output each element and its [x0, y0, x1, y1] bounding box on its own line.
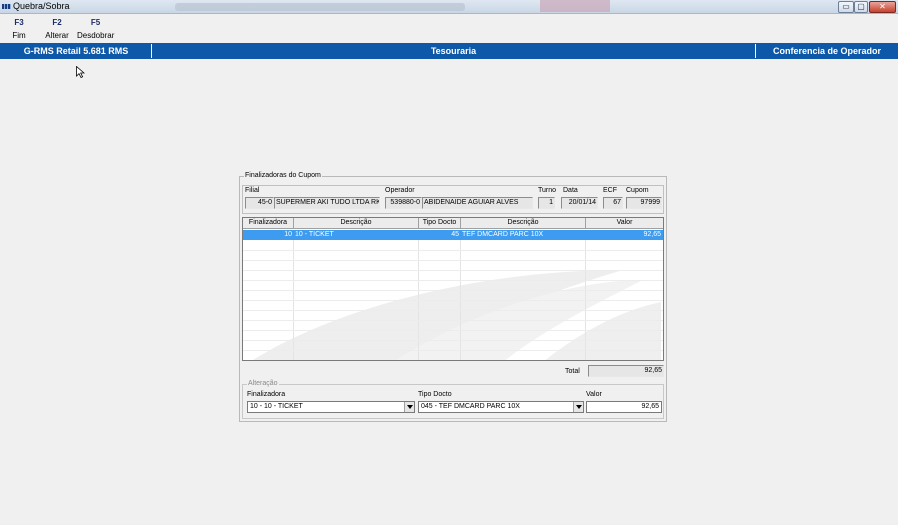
grid-row-line	[243, 310, 663, 311]
toolbar-label: Fim	[12, 31, 26, 40]
grid-row-line	[243, 290, 663, 291]
window-title: Quebra/Sobra	[13, 1, 70, 11]
column-header-descricao[interactable]: Descrição	[294, 218, 419, 229]
restore-button[interactable]: ▢	[854, 1, 868, 13]
grid-row-line	[243, 340, 663, 341]
ecf-field: 67	[603, 197, 623, 209]
mouse-cursor-icon	[76, 66, 85, 78]
coupon-header-box: Filial 45-0 SUPERMER AKI TUDO LTDA RK Op…	[242, 185, 664, 214]
grid-row-line	[243, 250, 663, 251]
valor-input[interactable]: 92,65	[586, 401, 662, 413]
finalizadoras-grid[interactable]: Finalizadora Descrição Tipo Docto Descri…	[242, 217, 664, 361]
data-field: 20/01/14	[561, 197, 598, 209]
column-header-finalizadora[interactable]: Finalizadora	[243, 218, 294, 229]
toolbar-fim-button[interactable]: F3 Fim	[10, 18, 28, 40]
toolbar-alterar-button[interactable]: F2 Alterar	[44, 18, 70, 40]
shortcut-key: F3	[14, 18, 24, 27]
total-field: 92,65	[588, 365, 664, 377]
screen-name: Conferencia de Operador	[772, 46, 882, 56]
grid-row-line	[243, 350, 663, 351]
filial-code-field: 45-0	[245, 197, 274, 209]
valor-label: Valor	[586, 391, 602, 398]
minimize-button[interactable]: ▭	[838, 1, 854, 13]
alteracao-group: Alteração Finalizadora 10 - 10 - TICKET …	[242, 380, 664, 419]
shortcut-key: F2	[52, 18, 62, 27]
finalizadora-select-value: 10 - 10 - TICKET	[250, 403, 303, 410]
operador-code-field: 539880-0	[385, 197, 422, 209]
close-button[interactable]: ✕	[869, 1, 896, 13]
chevron-down-icon[interactable]	[573, 402, 583, 412]
column-header-tipo-docto[interactable]: Tipo Docto	[419, 218, 461, 229]
data-label: Data	[563, 187, 578, 194]
turno-field: 1	[538, 197, 555, 209]
cell-descricao-docto: TEF DMCARD PARC 10X	[462, 231, 544, 238]
operador-name-field: ABIDENAIDE AGUIAR ALVES	[422, 197, 533, 209]
titlebar-background-blur	[540, 0, 610, 12]
cupom-field: 97999	[626, 197, 662, 209]
group-legend: Finalizadoras do Cupom	[244, 172, 322, 179]
total-label: Total	[565, 368, 580, 375]
chevron-down-icon[interactable]	[404, 402, 414, 412]
grid-header: Finalizadora Descrição Tipo Docto Descri…	[243, 218, 663, 229]
filial-label: Filial	[245, 187, 260, 194]
cupom-label: Cupom	[626, 187, 649, 194]
cell-valor: 92,65	[643, 231, 661, 238]
grid-row-line	[243, 270, 663, 271]
system-name: G-RMS Retail 5.681 RMS	[23, 46, 129, 56]
module-header-bar: G-RMS Retail 5.681 RMS Tesouraria Confer…	[0, 43, 898, 59]
cell-finalizadora: 10	[284, 231, 292, 238]
toolbar: F3 Fim F2 Alterar F5 Desdobrar	[0, 15, 898, 42]
operador-label: Operador	[385, 187, 415, 194]
grid-row-line	[243, 300, 663, 301]
shortcut-key: F5	[90, 18, 101, 27]
table-row[interactable]: 10 10 - TICKET 45 TEF DMCARD PARC 10X 92…	[243, 230, 663, 240]
tipo-docto-label: Tipo Docto	[418, 391, 452, 398]
window-titlebar: Quebra/Sobra ▭ ▢ ✕	[0, 0, 898, 14]
tipo-docto-select-value: 045 - TEF DMCARD PARC 10X	[421, 403, 520, 410]
filial-name-field: SUPERMER AKI TUDO LTDA RK	[274, 197, 380, 209]
tipo-docto-select[interactable]: 045 - TEF DMCARD PARC 10X	[418, 401, 584, 413]
cell-descricao: 10 - TICKET	[295, 231, 334, 238]
grid-row-line	[243, 280, 663, 281]
toolbar-desdobrar-button[interactable]: F5 Desdobrar	[77, 18, 114, 40]
finalizadoras-group: Finalizadoras do Cupom Filial 45-0 SUPER…	[239, 172, 667, 422]
app-icon	[2, 4, 11, 9]
group-legend: Alteração	[247, 380, 279, 387]
grid-row-line	[243, 260, 663, 261]
ecf-label: ECF	[603, 187, 617, 194]
grid-row-line	[243, 320, 663, 321]
column-header-descricao-docto[interactable]: Descrição	[461, 218, 586, 229]
toolbar-label: Alterar	[45, 31, 69, 40]
grid-row-line	[243, 330, 663, 331]
finalizadora-select[interactable]: 10 - 10 - TICKET	[247, 401, 415, 413]
module-name: Tesouraria	[430, 46, 477, 56]
titlebar-background-blur	[175, 3, 465, 11]
finalizadora-label: Finalizadora	[247, 391, 286, 398]
cell-tipo-docto: 45	[451, 231, 459, 238]
turno-label: Turno	[538, 187, 557, 194]
toolbar-label: Desdobrar	[77, 31, 115, 40]
column-header-valor[interactable]: Valor	[586, 218, 663, 229]
